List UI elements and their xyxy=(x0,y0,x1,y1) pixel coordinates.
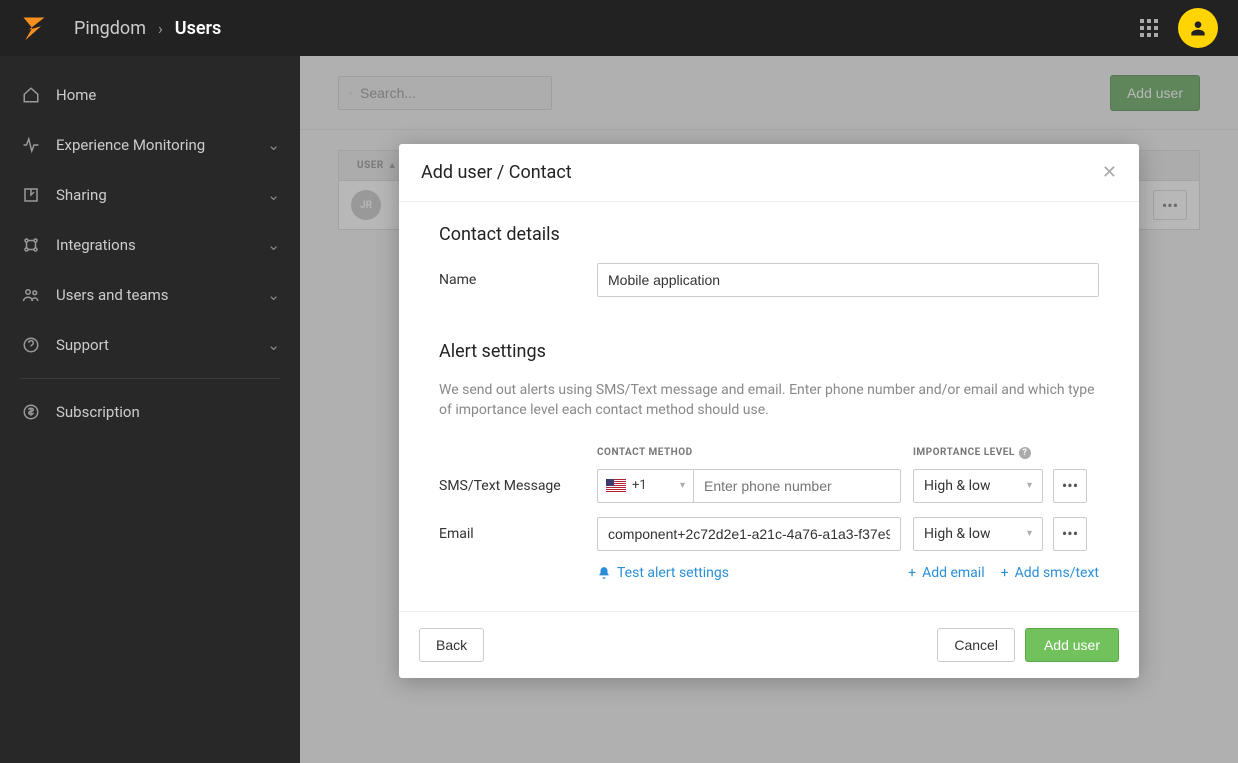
modal-footer: Back Cancel Add user xyxy=(399,611,1139,678)
email-input[interactable] xyxy=(597,517,901,551)
sidebar-item-label: Subscription xyxy=(56,403,140,421)
sidebar-item-label: Sharing xyxy=(56,186,107,204)
chevron-down-icon: ⌄ xyxy=(267,336,280,354)
close-icon[interactable]: ✕ xyxy=(1102,162,1117,183)
test-alert-link[interactable]: Test alert settings xyxy=(597,565,729,581)
add-sms-link[interactable]: + Add sms/text xyxy=(1001,565,1099,581)
sms-more-button[interactable]: ••• xyxy=(1053,469,1087,503)
sms-label: SMS/Text Message xyxy=(439,478,597,494)
name-input[interactable] xyxy=(597,263,1099,297)
col-importance-level: IMPORTANCE LEVEL ? xyxy=(913,447,1053,459)
email-row: Email High & low ▾ ••• xyxy=(439,517,1099,551)
name-label: Name xyxy=(439,272,597,288)
sidebar-item-experience-monitoring[interactable]: Experience Monitoring ⌄ xyxy=(0,120,300,170)
sms-importance-select[interactable]: High & low ▾ xyxy=(913,469,1043,503)
section-contact-details: Contact details xyxy=(439,224,1099,245)
sidebar: Home Experience Monitoring ⌄ Sharing ⌄ I… xyxy=(0,56,300,763)
info-icon[interactable]: ? xyxy=(1019,447,1031,459)
email-label: Email xyxy=(439,526,597,542)
main: Add user USER ▲ JR ••• Add user / Contac… xyxy=(300,56,1238,763)
back-button[interactable]: Back xyxy=(419,628,484,662)
ellipsis-icon: ••• xyxy=(1062,524,1078,543)
topbar: Pingdom › Users xyxy=(0,0,1238,56)
modal-header: Add user / Contact ✕ xyxy=(399,144,1139,202)
breadcrumb-current: Users xyxy=(175,18,222,39)
add-email-link[interactable]: + Add email xyxy=(908,565,984,581)
sidebar-item-label: Experience Monitoring xyxy=(56,136,205,154)
chevron-down-icon: ⌄ xyxy=(267,136,280,154)
dollar-icon xyxy=(20,403,42,421)
chevron-down-icon: ▾ xyxy=(1027,528,1032,539)
modal-title: Add user / Contact xyxy=(421,162,572,183)
help-icon xyxy=(20,336,42,354)
sidebar-item-label: Users and teams xyxy=(56,286,169,304)
user-avatar-button[interactable] xyxy=(1178,8,1218,48)
users-icon xyxy=(20,286,42,304)
breadcrumb-product[interactable]: Pingdom xyxy=(74,18,146,39)
country-code-value: +1 xyxy=(632,478,647,493)
add-user-modal: Add user / Contact ✕ Contact details Nam… xyxy=(399,144,1139,678)
submit-add-user-button[interactable]: Add user xyxy=(1025,628,1119,662)
chevron-down-icon: ⌄ xyxy=(267,236,280,254)
email-more-button[interactable]: ••• xyxy=(1053,517,1087,551)
person-icon xyxy=(1188,18,1208,38)
sidebar-item-home[interactable]: Home xyxy=(0,70,300,120)
apps-grid-icon[interactable] xyxy=(1140,19,1158,37)
chevron-down-icon: ▾ xyxy=(1027,480,1032,491)
plus-icon: + xyxy=(908,565,916,581)
integrations-icon xyxy=(20,236,42,254)
flag-us-icon xyxy=(606,479,626,492)
sidebar-item-label: Support xyxy=(56,336,109,354)
sidebar-item-subscription[interactable]: Subscription xyxy=(0,387,300,437)
phone-input[interactable] xyxy=(693,469,901,503)
col-contact-method: CONTACT METHOD xyxy=(597,447,913,459)
alert-settings-description: We send out alerts using SMS/Text messag… xyxy=(439,380,1099,421)
section-alert-settings: Alert settings xyxy=(439,341,1099,362)
cancel-button[interactable]: Cancel xyxy=(937,628,1015,662)
bell-icon xyxy=(597,566,611,580)
chevron-down-icon: ▾ xyxy=(680,480,685,491)
pulse-icon xyxy=(20,136,42,154)
ellipsis-icon: ••• xyxy=(1062,476,1078,495)
modal-overlay: Add user / Contact ✕ Contact details Nam… xyxy=(300,56,1238,763)
chevron-right-icon: › xyxy=(158,19,163,38)
chevron-down-icon: ⌄ xyxy=(267,186,280,204)
sidebar-item-integrations[interactable]: Integrations ⌄ xyxy=(0,220,300,270)
sidebar-item-users-teams[interactable]: Users and teams ⌄ xyxy=(0,270,300,320)
brand-logo-icon xyxy=(20,14,48,42)
country-code-select[interactable]: +1 ▾ xyxy=(597,469,693,503)
plus-icon: + xyxy=(1001,565,1009,581)
sidebar-item-label: Home xyxy=(56,86,96,104)
sidebar-item-support[interactable]: Support ⌄ xyxy=(0,320,300,370)
sidebar-item-sharing[interactable]: Sharing ⌄ xyxy=(0,170,300,220)
share-icon xyxy=(20,186,42,204)
sms-row: SMS/Text Message +1 ▾ High & low xyxy=(439,469,1099,503)
chevron-down-icon: ⌄ xyxy=(267,286,280,304)
sidebar-item-label: Integrations xyxy=(56,236,136,254)
breadcrumb: Pingdom › Users xyxy=(74,18,221,39)
sidebar-divider xyxy=(20,378,280,379)
home-icon xyxy=(20,86,42,104)
email-importance-select[interactable]: High & low ▾ xyxy=(913,517,1043,551)
